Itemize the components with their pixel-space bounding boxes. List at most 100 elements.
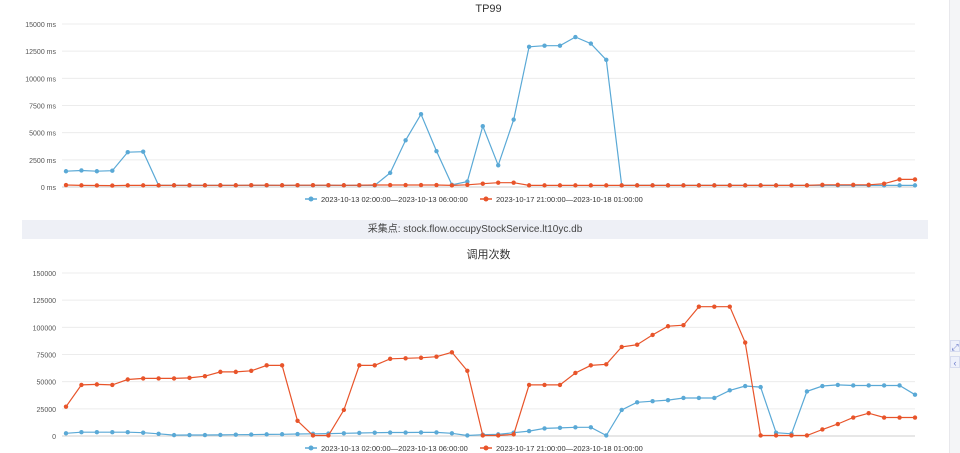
- data-point: [94, 382, 100, 387]
- data-point: [511, 432, 516, 437]
- chevron-left-icon[interactable]: ‹: [950, 356, 960, 368]
- data-point: [110, 168, 115, 173]
- data-point: [63, 431, 69, 436]
- data-point: [449, 183, 455, 188]
- series-line: [65, 384, 916, 437]
- data-point: [233, 183, 238, 188]
- data-point: [295, 182, 300, 188]
- data-point: [897, 383, 902, 388]
- data-point: [465, 182, 470, 188]
- data-point: [665, 183, 671, 188]
- data-point: [681, 183, 686, 188]
- data-point: [387, 356, 393, 362]
- data-point: [897, 183, 902, 188]
- data-point: [387, 170, 393, 176]
- data-point: [94, 183, 100, 188]
- data-point: [279, 432, 285, 437]
- data-point: [588, 41, 594, 46]
- data-point: [496, 433, 501, 438]
- right-side-rail: [949, 0, 960, 453]
- y-tick-label: 50000: [37, 380, 57, 387]
- data-point: [604, 362, 609, 367]
- data-point: [588, 363, 594, 368]
- data-point: [588, 183, 594, 188]
- data-point: [696, 183, 702, 188]
- data-point: [295, 431, 300, 437]
- data-point: [480, 181, 485, 186]
- data-point: [218, 432, 223, 438]
- data-point: [171, 183, 177, 188]
- data-point: [773, 183, 779, 188]
- data-point: [789, 433, 794, 438]
- data-point: [526, 428, 532, 434]
- data-point: [125, 150, 130, 155]
- data-point: [249, 182, 254, 188]
- data-point: [156, 431, 161, 437]
- data-point: [357, 363, 362, 368]
- data-point: [403, 182, 408, 188]
- data-point: [665, 397, 671, 403]
- series-line: [65, 178, 915, 187]
- series-line: [65, 36, 915, 186]
- data-point: [542, 43, 547, 48]
- data-point: [140, 183, 146, 188]
- data-point: [557, 382, 563, 388]
- data-point: [912, 183, 918, 188]
- data-point: [712, 183, 717, 188]
- data-point: [526, 382, 532, 388]
- legend-swatch-dot: [483, 445, 489, 451]
- data-point: [264, 182, 269, 188]
- data-point: [94, 169, 100, 174]
- y-tick-label: 125000: [33, 298, 56, 305]
- data-point: [866, 182, 871, 188]
- data-point: [233, 432, 238, 437]
- data-point: [187, 375, 192, 381]
- data-point: [434, 354, 439, 359]
- data-point: [912, 177, 918, 182]
- data-point: [681, 322, 686, 328]
- data-point: [218, 369, 223, 375]
- data-point: [526, 183, 532, 188]
- expand-icon[interactable]: ⤢: [950, 340, 960, 352]
- data-point: [372, 430, 377, 435]
- data-point: [187, 432, 192, 438]
- data-point: [773, 433, 779, 438]
- data-point: [650, 332, 655, 338]
- y-tick-label: 0: [52, 434, 56, 441]
- data-point: [341, 407, 347, 413]
- data-point: [634, 183, 640, 188]
- data-point: [403, 430, 408, 435]
- data-point: [326, 433, 331, 438]
- data-point: [79, 382, 84, 388]
- data-point: [866, 383, 871, 388]
- data-point: [202, 432, 208, 438]
- data-point: [897, 177, 902, 182]
- y-tick-label: 25000: [37, 407, 57, 414]
- data-point: [743, 383, 748, 389]
- data-point: [835, 182, 841, 188]
- data-point: [851, 182, 856, 188]
- data-point: [171, 432, 177, 438]
- data-point: [110, 429, 115, 435]
- data-point: [171, 376, 177, 381]
- data-point: [820, 182, 825, 188]
- y-tick-label: 7500 ms: [29, 104, 56, 111]
- data-point: [249, 368, 254, 373]
- data-point: [650, 183, 655, 188]
- data-point: [110, 183, 115, 188]
- data-point: [573, 183, 578, 188]
- chart-2: 调用次数 0 25000 50000 75000 100000 125000 150000 20…: [33, 247, 918, 453]
- chart-title: TP99: [475, 3, 501, 15]
- data-point: [804, 389, 810, 394]
- data-point: [851, 415, 856, 420]
- data-point: [743, 183, 748, 188]
- data-point: [434, 148, 439, 154]
- data-point: [187, 183, 192, 188]
- data-point: [542, 426, 547, 431]
- data-point: [727, 388, 732, 393]
- data-point: [804, 433, 810, 438]
- chart-title: 调用次数: [467, 247, 511, 261]
- data-point: [372, 363, 377, 368]
- data-point: [79, 183, 84, 188]
- y-tick-label: 100000: [33, 325, 56, 332]
